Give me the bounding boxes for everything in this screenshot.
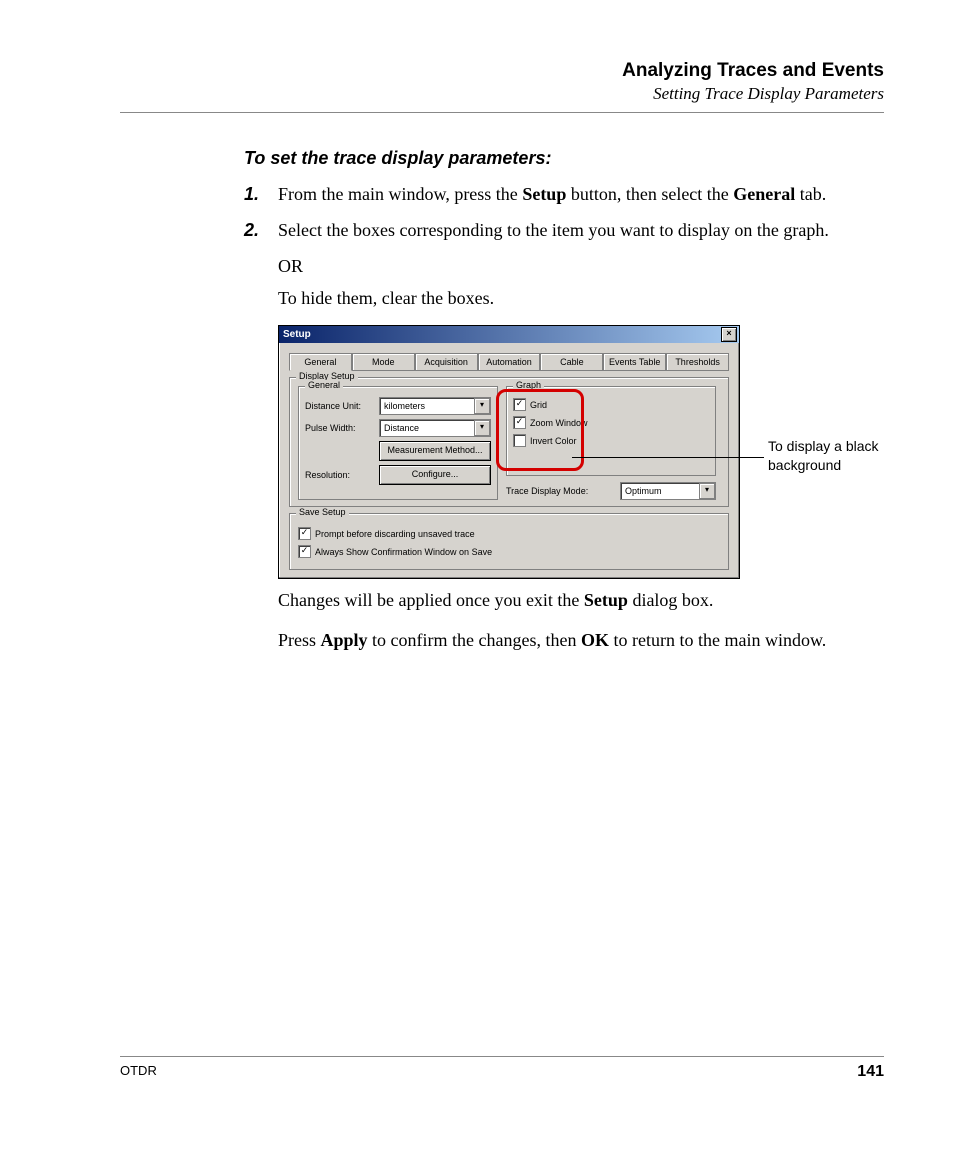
tab-events-table[interactable]: Events Table <box>603 353 666 371</box>
callout-line <box>572 457 764 458</box>
grid-checkbox[interactable]: ✓ <box>513 398 526 411</box>
p2-a: Press <box>278 630 321 650</box>
tab-thresholds[interactable]: Thresholds <box>666 353 729 371</box>
step1-setup: Setup <box>522 184 566 204</box>
p2-ok: OK <box>581 630 609 650</box>
p1-c: dialog box. <box>628 590 714 610</box>
or-text: OR <box>278 253 884 279</box>
step1-text-e: tab. <box>795 184 826 204</box>
distance-label: Distance Unit: <box>305 401 379 411</box>
callout-text: To display a black background <box>768 437 888 473</box>
p2-e: to return to the main window. <box>609 630 826 650</box>
titlebar: Setup × <box>279 326 739 343</box>
trace-mode-value: Optimum <box>625 486 662 496</box>
p1-a: Changes will be applied once you exit th… <box>278 590 584 610</box>
grid-label: Grid <box>530 400 547 410</box>
confirm-checkbox-row[interactable]: ✓ Always Show Confirmation Window on Sav… <box>298 545 720 558</box>
zoom-checkbox-row[interactable]: ✓ Zoom Window <box>513 416 709 429</box>
embedded-screenshot: Setup × General Mode Acquisition Automat… <box>278 325 884 573</box>
step-2-body: Select the boxes corresponding to the it… <box>278 217 884 243</box>
procedure-heading: To set the trace display parameters: <box>244 148 884 169</box>
page-header: Analyzing Traces and Events Setting Trac… <box>120 60 884 113</box>
prompt-checkbox[interactable]: ✓ <box>298 527 311 540</box>
close-button[interactable]: × <box>721 327 737 342</box>
p2-apply: Apply <box>321 630 368 650</box>
pulse-dropdown[interactable]: Distance ▾ <box>379 419 491 437</box>
dialog-body: Display Setup General Distance Unit: kil… <box>289 377 729 570</box>
step-1-body: From the main window, press the Setup bu… <box>278 181 884 207</box>
invert-checkbox[interactable] <box>513 434 526 447</box>
pulse-value: Distance <box>384 423 419 433</box>
trace-mode-dropdown[interactable]: Optimum ▾ <box>620 482 716 500</box>
invert-checkbox-row[interactable]: Invert Color <box>513 434 709 447</box>
chevron-down-icon: ▾ <box>474 420 490 436</box>
step1-general: General <box>733 184 795 204</box>
step-2: 2. Select the boxes corresponding to the… <box>244 217 884 243</box>
pulse-row: Pulse Width: Distance ▾ <box>305 419 491 437</box>
save-setup-title: Save Setup <box>296 507 349 517</box>
page-number: 141 <box>857 1063 884 1081</box>
save-setup-group: Save Setup ✓ Prompt before discarding un… <box>289 513 729 570</box>
distance-dropdown[interactable]: kilometers ▾ <box>379 397 491 415</box>
tab-mode[interactable]: Mode <box>352 353 415 371</box>
content-area: To set the trace display parameters: 1. … <box>244 148 884 660</box>
graph-subtitle: Graph <box>513 380 544 390</box>
resolution-row: Resolution: Configure... <box>305 465 491 485</box>
graph-column: Graph ✓ Grid ✓ Zoom Window <box>506 386 716 500</box>
configure-button[interactable]: Configure... <box>379 465 491 485</box>
chevron-down-icon: ▾ <box>474 398 490 414</box>
tab-cable[interactable]: Cable <box>540 353 603 371</box>
prompt-checkbox-row[interactable]: ✓ Prompt before discarding unsaved trace <box>298 527 720 540</box>
press-apply-paragraph: Press Apply to confirm the changes, then… <box>278 627 884 653</box>
distance-value: kilometers <box>384 401 425 411</box>
grid-checkbox-row[interactable]: ✓ Grid <box>513 398 709 411</box>
graph-subgroup: Graph ✓ Grid ✓ Zoom Window <box>506 386 716 476</box>
hide-text: To hide them, clear the boxes. <box>278 285 884 311</box>
zoom-checkbox[interactable]: ✓ <box>513 416 526 429</box>
prompt-label: Prompt before discarding unsaved trace <box>315 529 475 539</box>
close-icon: × <box>726 328 731 338</box>
chevron-down-icon: ▾ <box>699 483 715 499</box>
footer-rule <box>120 1056 884 1057</box>
distance-row: Distance Unit: kilometers ▾ <box>305 397 491 415</box>
page-footer: OTDR 141 <box>120 1056 884 1081</box>
meas-row: Measurement Method... <box>305 441 491 461</box>
display-setup-group: Display Setup General Distance Unit: kil… <box>289 377 729 507</box>
trace-mode-label: Trace Display Mode: <box>506 486 588 496</box>
measurement-method-button[interactable]: Measurement Method... <box>379 441 491 461</box>
step1-text-c: button, then select the <box>566 184 733 204</box>
setup-dialog: Setup × General Mode Acquisition Automat… <box>278 325 740 579</box>
p1-setup: Setup <box>584 590 628 610</box>
tab-general[interactable]: General <box>289 353 352 371</box>
trace-mode-row: Trace Display Mode: Optimum ▾ <box>506 482 716 500</box>
window-title: Setup <box>283 329 311 340</box>
confirm-label: Always Show Confirmation Window on Save <box>315 547 492 557</box>
changes-paragraph: Changes will be applied once you exit th… <box>278 587 884 613</box>
tab-acquisition[interactable]: Acquisition <box>415 353 478 371</box>
general-subtitle: General <box>305 380 343 390</box>
footer-product: OTDR <box>120 1063 157 1081</box>
tab-automation[interactable]: Automation <box>478 353 541 371</box>
step-number: 1. <box>244 181 278 207</box>
zoom-label: Zoom Window <box>530 418 588 428</box>
step-1: 1. From the main window, press the Setup… <box>244 181 884 207</box>
header-rule <box>120 112 884 113</box>
resolution-label: Resolution: <box>305 470 379 480</box>
step1-text-a: From the main window, press the <box>278 184 522 204</box>
p2-c: to confirm the changes, then <box>368 630 581 650</box>
pulse-label: Pulse Width: <box>305 423 379 433</box>
invert-label: Invert Color <box>530 436 577 446</box>
section-title: Setting Trace Display Parameters <box>120 84 884 104</box>
general-subgroup: General Distance Unit: kilometers ▾ <box>298 386 498 500</box>
chapter-title: Analyzing Traces and Events <box>120 60 884 82</box>
step-number: 2. <box>244 217 278 243</box>
confirm-checkbox[interactable]: ✓ <box>298 545 311 558</box>
tab-strip: General Mode Acquisition Automation Cabl… <box>289 353 729 371</box>
